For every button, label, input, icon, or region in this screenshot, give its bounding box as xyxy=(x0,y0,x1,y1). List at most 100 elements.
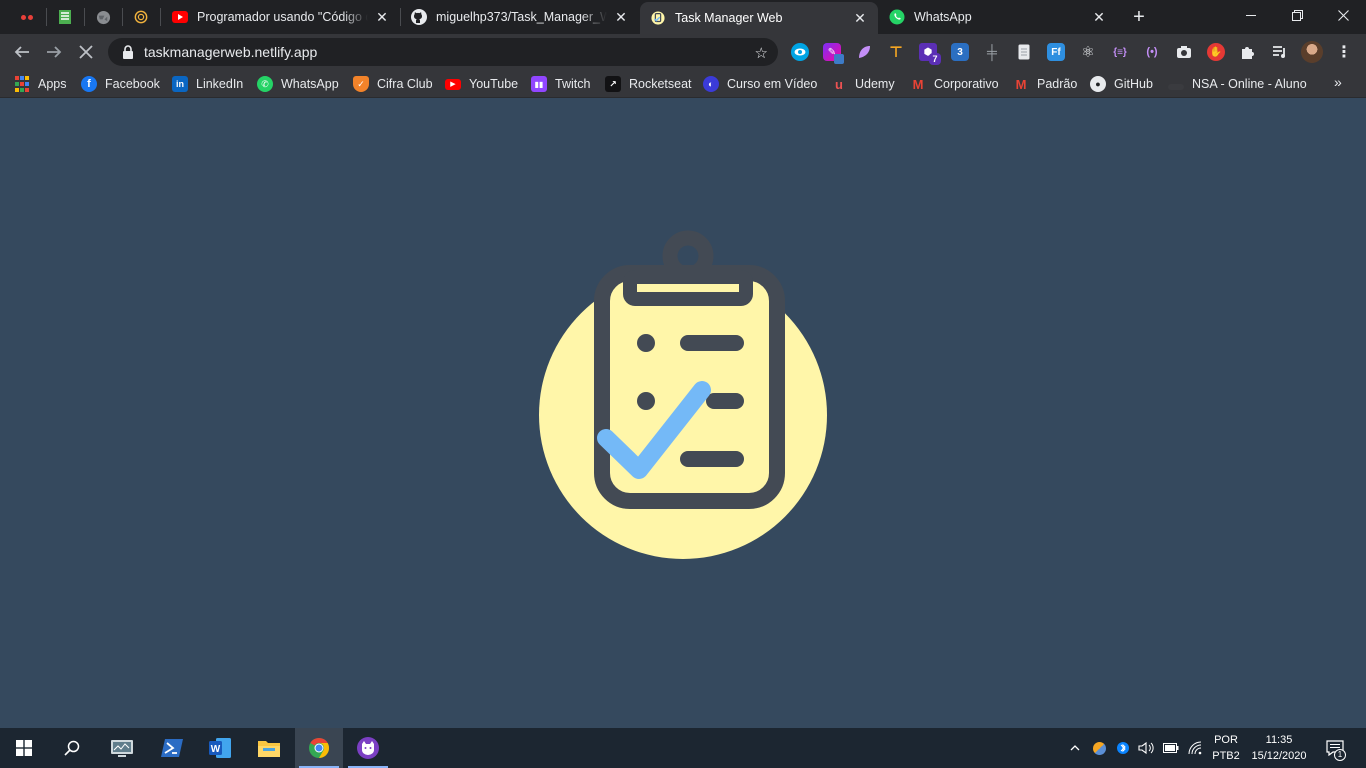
extension-stop-hand-icon[interactable]: ✋ xyxy=(1207,43,1225,61)
bookmark-rocketseat[interactable]: ↗ Rocketseat xyxy=(605,75,692,93)
tab-title: WhatsApp xyxy=(914,10,972,24)
new-tab-button[interactable]: + xyxy=(1127,5,1151,29)
stop-loading-button[interactable] xyxy=(74,40,98,64)
bookmark-facebook[interactable]: f Facebook xyxy=(81,75,160,93)
taskbar-app-file-explorer[interactable] xyxy=(245,728,293,768)
close-tab-icon[interactable]: ✕ xyxy=(613,9,629,25)
extension-eye-icon[interactable] xyxy=(791,43,809,61)
bookmark-curso-em-video[interactable]: ◐ Curso em Vídeo xyxy=(703,75,817,93)
windows-logo-icon xyxy=(16,740,32,756)
pinned-tab-3[interactable] xyxy=(84,0,122,34)
cifraclub-icon: ✓ xyxy=(353,76,369,92)
weather-icon[interactable] xyxy=(1090,728,1108,768)
bookmark-label: GitHub xyxy=(1114,77,1153,91)
bookmarks-bar: Apps f Facebook in LinkedIn ✆ WhatsApp ✓… xyxy=(0,70,1366,98)
bookmark-star-icon[interactable]: ☆ xyxy=(755,44,768,62)
bookmark-twitch[interactable]: ▮▮ Twitch xyxy=(531,75,590,93)
restore-button[interactable] xyxy=(1274,0,1320,30)
bookmark-label: Twitch xyxy=(555,77,591,91)
arrow-right-icon xyxy=(47,46,62,58)
keyboard-layout: PTB2 xyxy=(1212,750,1240,762)
tab-youtube[interactable]: Programador usando "Código de ✕ xyxy=(162,0,400,34)
globe-icon xyxy=(96,10,110,24)
back-button[interactable] xyxy=(10,40,34,64)
bookmark-udemy[interactable]: u Udemy xyxy=(831,75,895,93)
search-button[interactable] xyxy=(48,728,96,768)
pinned-tab-4[interactable] xyxy=(122,0,160,34)
bookmark-corporativo[interactable]: M Corporativo xyxy=(910,75,999,93)
bookmark-linkedin[interactable]: in LinkedIn xyxy=(172,75,243,93)
word-icon: W xyxy=(209,738,231,758)
extension-react-icon[interactable]: ⚛ xyxy=(1079,43,1097,61)
extension-ruler-icon[interactable]: ╪ xyxy=(983,43,1001,61)
bookmark-label: Cifra Club xyxy=(377,77,433,91)
bookmark-apps[interactable]: Apps xyxy=(14,75,67,93)
extension-camera-icon[interactable] xyxy=(1175,43,1193,61)
taskbar-app-cat[interactable] xyxy=(344,728,392,768)
bookmark-label: Apps xyxy=(38,77,67,91)
close-tab-icon[interactable]: ✕ xyxy=(852,10,868,26)
bookmark-cifra-club[interactable]: ✓ Cifra Club xyxy=(353,75,433,93)
minimize-button[interactable] xyxy=(1228,0,1274,30)
bookmark-padrao[interactable]: M Padrão xyxy=(1013,75,1078,93)
bookmarks-overflow-icon[interactable]: » xyxy=(1334,74,1342,90)
pinned-tab-2[interactable] xyxy=(46,0,84,34)
udemy-icon: u xyxy=(835,76,843,92)
address-bar[interactable]: taskmanagerweb.netlify.app ☆ xyxy=(108,38,778,66)
facebook-icon: f xyxy=(81,76,97,92)
tab-github[interactable]: miguelhp373/Task_Manager_Web ✕ xyxy=(401,0,639,34)
bookmark-label: Corporativo xyxy=(934,77,999,91)
close-tab-icon[interactable]: ✕ xyxy=(374,9,390,25)
gmail-icon: M xyxy=(1015,76,1027,92)
extension-css-icon[interactable]: 3 xyxy=(951,43,969,61)
close-tab-icon[interactable]: ✕ xyxy=(1091,9,1107,25)
extension-pick-icon[interactable]: ⊤ xyxy=(887,43,905,61)
system-clock[interactable]: 11:35 15/12/2020 xyxy=(1246,732,1312,764)
action-center-button[interactable]: 1 xyxy=(1320,728,1350,768)
battery-icon[interactable] xyxy=(1161,728,1181,768)
clipboard-check-logo xyxy=(539,230,827,559)
bluetooth-icon[interactable] xyxy=(1114,728,1132,768)
tab-task-manager[interactable]: Task Manager Web ✕ xyxy=(640,2,878,34)
taskbar-app-word[interactable]: W xyxy=(196,728,244,768)
extension-braces-icon[interactable]: {≡} xyxy=(1111,43,1129,61)
close-window-button[interactable] xyxy=(1320,0,1366,30)
cat-app-icon xyxy=(357,737,379,759)
menu-more-icon[interactable]: ⋮ xyxy=(1334,41,1354,63)
bookmark-github[interactable]: ● GitHub xyxy=(1090,75,1153,93)
extension-document-icon[interactable] xyxy=(1015,43,1033,61)
media-queue-icon[interactable] xyxy=(1271,43,1289,61)
extension-parens-icon[interactable]: (•) xyxy=(1143,43,1161,61)
extension-sub-badge xyxy=(834,54,844,64)
taskbar-app-chrome[interactable] xyxy=(295,728,343,768)
extensions-puzzle-icon[interactable] xyxy=(1239,43,1257,61)
whatsapp-icon xyxy=(889,9,905,25)
tray-overflow-icon[interactable] xyxy=(1066,728,1084,768)
bookmark-label: NSA - Online - Aluno xyxy=(1192,77,1307,91)
pinned-tab-1[interactable] xyxy=(8,0,46,34)
arrow-left-icon xyxy=(14,46,29,58)
font-glyph: Ff xyxy=(1051,46,1061,58)
rocketseat-icon: ↗ xyxy=(605,76,621,92)
input-language-indicator[interactable]: POR PTB2 xyxy=(1206,732,1246,764)
extension-font-icon[interactable]: Ff xyxy=(1047,43,1065,61)
bookmark-whatsapp[interactable]: ✆ WhatsApp xyxy=(257,75,339,93)
taskbar-app-monitor[interactable] xyxy=(98,728,146,768)
lock-icon xyxy=(123,45,133,59)
youtube-icon xyxy=(172,9,188,25)
extension-feather-icon[interactable] xyxy=(855,43,873,61)
volume-icon[interactable] xyxy=(1136,728,1156,768)
bookmark-label: Udemy xyxy=(855,77,895,91)
taskbar-app-powershell[interactable] xyxy=(148,728,196,768)
bookmark-nsa[interactable]: NSA - Online - Aluno xyxy=(1168,75,1307,93)
github-icon: ● xyxy=(1090,76,1106,92)
tab-whatsapp[interactable]: WhatsApp ✕ xyxy=(879,0,1117,34)
page-content xyxy=(0,98,1366,728)
notification-count: 1 xyxy=(1334,749,1346,761)
profile-avatar[interactable] xyxy=(1301,41,1323,63)
wifi-icon[interactable] xyxy=(1186,728,1206,768)
restore-icon xyxy=(1291,9,1303,21)
bookmark-youtube[interactable]: ▶ YouTube xyxy=(445,75,518,93)
forward-button[interactable] xyxy=(42,40,66,64)
start-button[interactable] xyxy=(0,728,48,768)
